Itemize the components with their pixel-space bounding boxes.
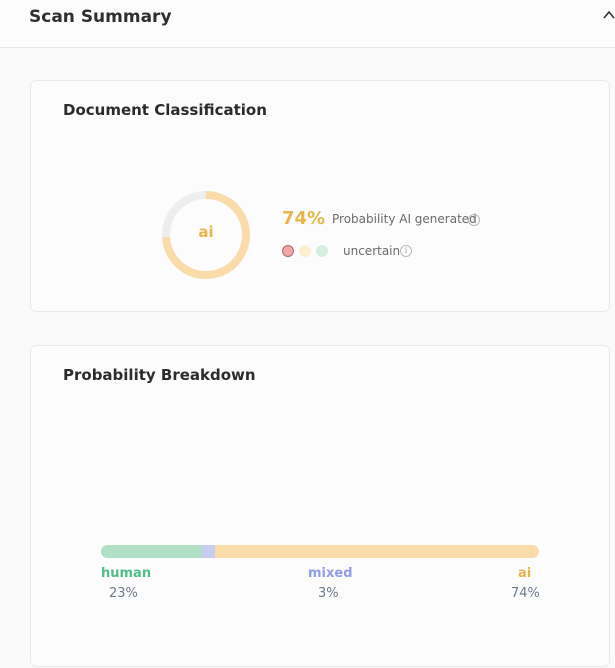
info-icon[interactable]: i — [400, 245, 412, 257]
card-title-breakdown: Probability Breakdown — [63, 366, 256, 384]
value-human: 23% — [109, 586, 138, 601]
document-classification-card: Document Classification ai 74% Probabili… — [30, 80, 610, 312]
certainty-dot-green — [316, 245, 328, 257]
card-title-classification: Document Classification — [63, 101, 267, 119]
probability-bar — [101, 545, 539, 558]
info-icon[interactable]: i — [468, 214, 480, 226]
certainty-label: uncertain — [343, 244, 401, 258]
probability-breakdown-card: Probability Breakdown human mixed ai 23%… — [30, 345, 610, 667]
donut-center-label: ai — [198, 223, 214, 241]
label-human: human — [101, 566, 152, 581]
value-mixed: 3% — [318, 586, 339, 601]
value-ai: 74% — [511, 586, 540, 601]
probability-label: Probability AI generated — [332, 212, 477, 226]
label-ai: ai — [518, 566, 532, 581]
certainty-dot-red — [282, 245, 294, 257]
certainty-dot-yellow — [299, 245, 311, 257]
ai-percent: 74% — [282, 208, 326, 229]
chevron-up-icon[interactable] — [603, 9, 615, 21]
bar-segment-human — [101, 545, 202, 558]
summary-header: Scan Summary — [0, 0, 615, 48]
label-mixed: mixed — [308, 566, 353, 581]
bar-segment-mixed — [201, 545, 215, 558]
bar-segment-ai — [214, 545, 539, 558]
page-title: Scan Summary — [29, 7, 172, 27]
